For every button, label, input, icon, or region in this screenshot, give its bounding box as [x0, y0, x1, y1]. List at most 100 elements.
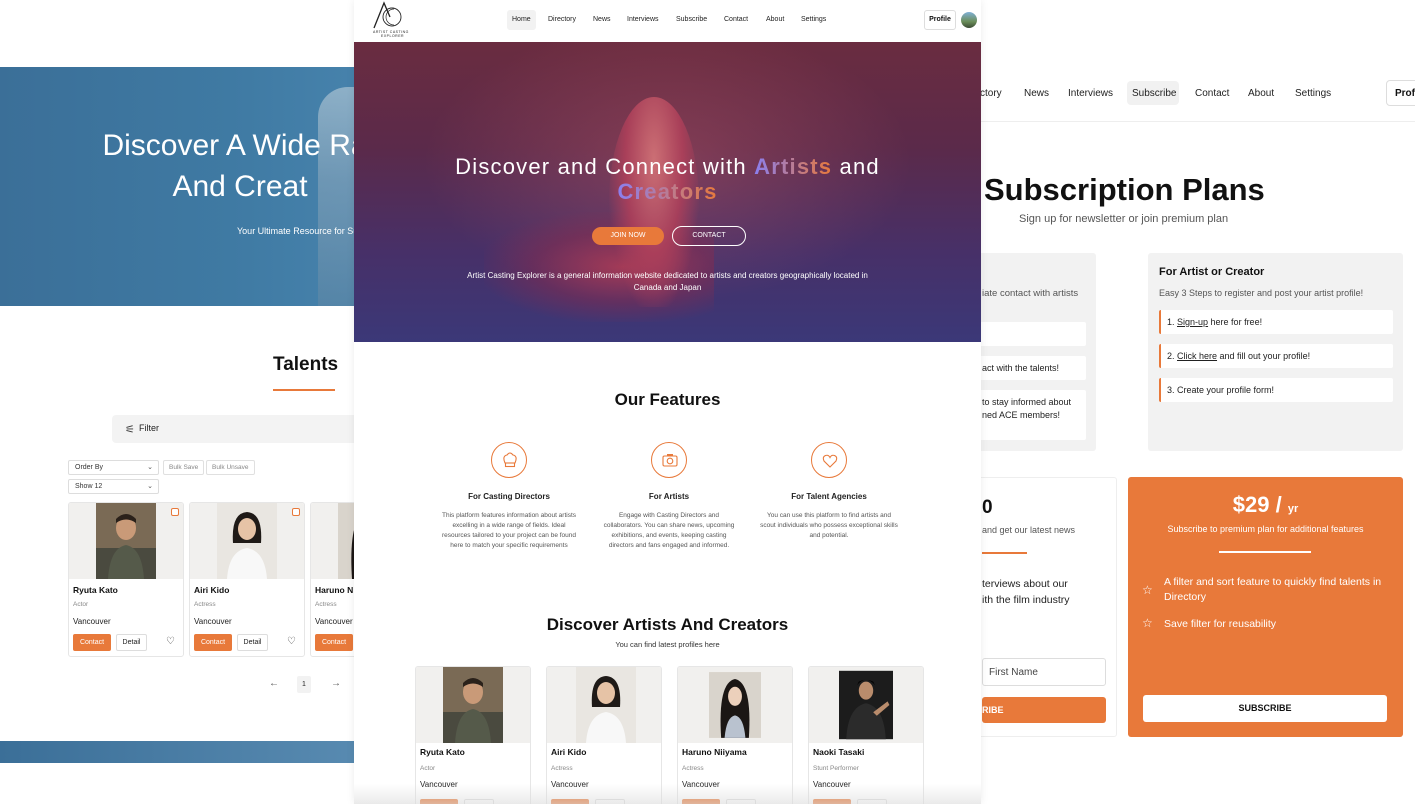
talent-name: Haruno Niiyama [682, 747, 747, 757]
join-now-button[interactable]: JOIN NOW [592, 227, 664, 245]
nav-settings[interactable]: Settings [801, 16, 826, 23]
hero-title: Discover and Connect with Artists and Cr… [354, 154, 981, 204]
arrow-left-icon[interactable]: ← [269, 678, 279, 689]
premium-subscribe-button[interactable]: SUBSCRIBE [1143, 695, 1387, 722]
talent-card[interactable]: Ryuta Kato Actor Vancouver Contact Detai… [68, 502, 184, 657]
hero-title-highlight: Creators [617, 179, 718, 204]
nav-directory[interactable]: Directory [548, 16, 576, 23]
order-by-select[interactable]: Order By ⌄ [68, 460, 159, 475]
main-navbar: ARTIST CASTING EXPLORER Home Directory N… [354, 0, 981, 42]
show-count-label: Show 12 [75, 483, 103, 490]
click-here-link[interactable]: Click here [1177, 351, 1217, 361]
camera-icon [651, 442, 687, 478]
plan-divider [982, 552, 1027, 554]
nav-contact[interactable]: Contact [724, 16, 748, 23]
chevron-down-icon: ⌄ [147, 483, 153, 490]
profile-button[interactable]: Profile [924, 10, 956, 30]
heart-icon[interactable]: ♡ [287, 636, 296, 647]
premium-plan-price: $29 / yr [1232, 492, 1299, 517]
nav-news[interactable]: News [593, 16, 611, 23]
page-title: Subscription Plans [984, 172, 1265, 207]
nav-about[interactable]: About [1248, 88, 1274, 99]
features-title: Our Features [614, 390, 721, 409]
logo-text: ARTIST CASTING EXPLORER [373, 30, 409, 38]
right-screenshot-panel: ctory News Interviews Subscribe Contact … [960, 0, 1415, 804]
select-checkbox[interactable] [171, 508, 179, 516]
contact-button[interactable]: Contact [194, 634, 232, 651]
bulk-save-button[interactable]: Bulk Save [163, 460, 205, 475]
premium-plan-card: $29 / yr Subscribe to premium plan for a… [1128, 477, 1403, 737]
talent-role: Actress [551, 765, 573, 772]
step-text: to stay informed about [982, 397, 1072, 407]
talent-photo [709, 672, 761, 738]
talent-name: Ryuta Kato [420, 747, 465, 757]
talent-photo [217, 503, 277, 579]
contact-button[interactable]: Contact [73, 634, 111, 651]
step-text: ned ACE members! [982, 410, 1061, 420]
talent-name: Naoki Tasaki [813, 747, 865, 757]
nav-subscribe[interactable]: Subscribe [1132, 88, 1176, 99]
home-page-panel: ARTIST CASTING EXPLORER Home Directory N… [354, 0, 981, 804]
nav-news[interactable]: News [1024, 88, 1049, 99]
star-icon: ☆ [1142, 583, 1153, 597]
talent-role: Actress [315, 601, 337, 608]
step-number: 1. [1167, 317, 1178, 327]
nav-directory[interactable]: ctory [980, 88, 1002, 99]
title-underline [273, 389, 335, 391]
contact-button[interactable]: Contact [315, 634, 353, 651]
filter-bar[interactable]: ⚟ Filter [112, 415, 372, 443]
talent-card[interactable]: Airi Kido Actress Vancouver Contact Deta… [189, 502, 305, 657]
hero-title-highlight: Artists [754, 154, 833, 179]
premium-feature: Save filter for reusability [1164, 618, 1277, 630]
site-logo[interactable]: ARTIST CASTING EXPLORER [370, 1, 410, 39]
nav-settings[interactable]: Settings [1295, 88, 1331, 99]
hero-title-text: Discover and Connect with [455, 154, 755, 179]
box-description: iate contact with artists [982, 288, 1079, 299]
contact-button[interactable]: CONTACT [672, 226, 746, 246]
bulk-unsave-button[interactable]: Bulk Unsave [206, 460, 255, 475]
page-number[interactable]: 1 [297, 676, 311, 693]
talent-role: Actress [682, 765, 704, 772]
ace-logo-icon [373, 1, 402, 29]
free-subscribe-button[interactable]: RIBE [982, 697, 1106, 723]
heart-icon[interactable]: ♡ [166, 636, 175, 647]
discover-title: Discover Artists And Creators [546, 615, 789, 634]
page-subtitle: Sign up for newsletter or join premium p… [1019, 213, 1229, 225]
step-text: and fill out your profile! [1217, 351, 1311, 361]
talent-photo [839, 670, 893, 740]
arrow-right-icon[interactable]: → [331, 678, 341, 689]
talent-role: Actor [420, 765, 436, 772]
chevron-down-icon: ⌄ [147, 464, 153, 471]
nav-interviews[interactable]: Interviews [627, 16, 659, 23]
select-checkbox[interactable] [292, 508, 300, 516]
nav-home[interactable]: Home [512, 16, 531, 23]
show-count-select[interactable]: Show 12 ⌄ [68, 479, 159, 494]
detail-button[interactable]: Detail [237, 634, 268, 651]
talent-name: Airi Kido [194, 585, 230, 595]
talents-title: Talents [273, 354, 339, 375]
feature-description: Engage with Casting Directors and collab… [603, 512, 735, 549]
feature-talent-agencies: For Talent Agencies You can use this pla… [754, 442, 904, 541]
avatar[interactable] [961, 12, 977, 28]
nav-about[interactable]: About [766, 16, 784, 23]
nav-interviews[interactable]: Interviews [1068, 88, 1113, 99]
talent-city: Vancouver [73, 617, 111, 626]
talent-role: Stunt Performer [813, 765, 859, 772]
talent-photo [576, 667, 636, 743]
feature-title: For Casting Directors [468, 492, 550, 501]
price-amount: $29 [1232, 492, 1270, 517]
feature-description: This platform features information about… [441, 512, 577, 549]
nav-subscribe[interactable]: Subscribe [676, 16, 707, 23]
step-3: 3. Create your profile form! [1159, 378, 1393, 402]
nav-contact[interactable]: Contact [1195, 88, 1229, 99]
free-plan-price: 0 [982, 497, 993, 518]
talent-role: Actor [73, 601, 89, 608]
profile-button[interactable]: Profil [1386, 80, 1415, 106]
heart-icon [811, 442, 847, 478]
signup-link[interactable]: Sign-up [1177, 317, 1208, 327]
feature-artists: For Artists Engage with Casting Director… [594, 442, 744, 551]
talent-photo [96, 503, 156, 579]
feature-text: terviews about our [982, 578, 1068, 590]
detail-button[interactable]: Detail [116, 634, 147, 651]
first-name-input[interactable]: First Name [982, 658, 1106, 686]
